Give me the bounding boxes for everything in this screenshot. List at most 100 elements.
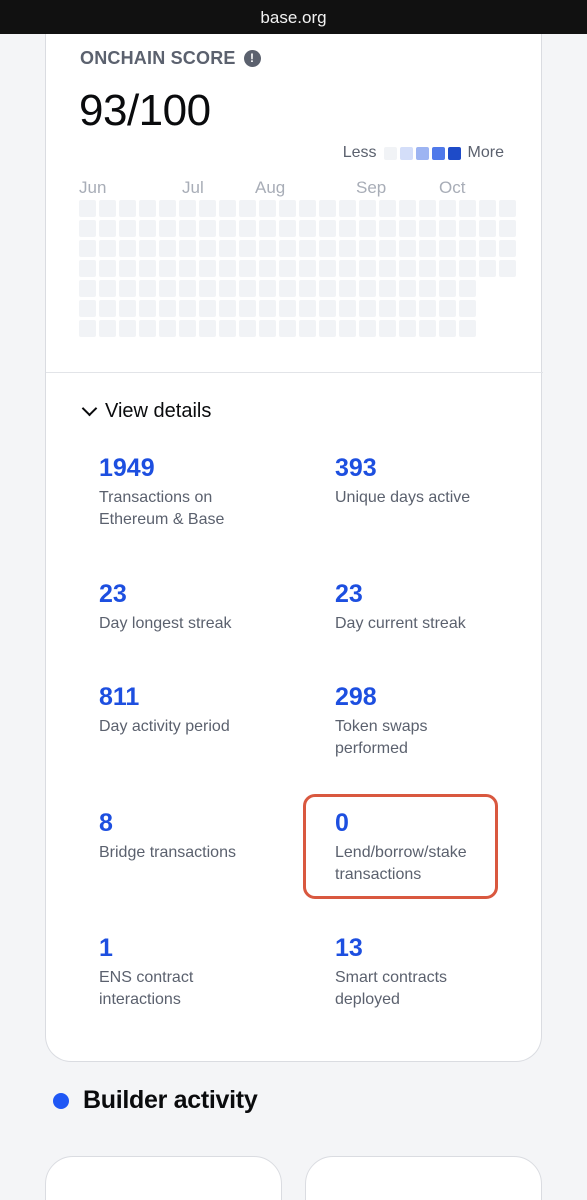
stat-label: Token swaps performed — [335, 718, 428, 757]
heatmap-cell — [339, 280, 356, 297]
view-details-label: View details — [105, 400, 212, 422]
highlight-box — [303, 794, 498, 899]
stat-value: 1949 — [99, 454, 155, 482]
heatmap-legend: Less More — [339, 144, 508, 162]
heatmap-cell — [299, 320, 316, 337]
heatmap-cell — [279, 320, 296, 337]
month-label: Sep — [356, 178, 387, 197]
heatmap-cell — [179, 200, 196, 217]
stat-token-swaps: 298 Token swaps performed — [335, 683, 475, 760]
heatmap-cell — [279, 260, 296, 277]
heatmap-cell — [299, 220, 316, 237]
heatmap-cell — [379, 220, 396, 237]
heatmap-cell — [419, 240, 436, 257]
stat-unique-days: 393 Unique days active — [335, 454, 535, 509]
stat-transactions: 1949 Transactions on Ethereum & Base — [99, 454, 259, 531]
heatmap-cell — [439, 300, 456, 317]
stat-label: Day activity period — [99, 718, 230, 735]
heatmap-cell — [239, 240, 256, 257]
heatmap-cell — [299, 240, 316, 257]
heatmap-cell — [179, 260, 196, 277]
heatmap-cell — [379, 200, 396, 217]
heatmap-cell — [319, 220, 336, 237]
heatmap-cell — [359, 260, 376, 277]
heatmap-cell — [139, 240, 156, 257]
stat-bridge: 8 Bridge transactions — [99, 809, 299, 864]
divider — [46, 372, 543, 373]
stat-ens: 1 ENS contract interactions — [99, 934, 219, 1011]
heatmap-cell — [199, 220, 216, 237]
heatmap-cell — [279, 280, 296, 297]
heatmap-cell — [499, 240, 516, 257]
builder-card[interactable] — [305, 1156, 542, 1200]
heatmap-cell — [279, 200, 296, 217]
heatmap-cell — [239, 200, 256, 217]
view-details-toggle[interactable]: View details — [80, 400, 211, 423]
heatmap-cell — [359, 320, 376, 337]
heatmap-cell — [439, 280, 456, 297]
heatmap-cell — [339, 220, 356, 237]
heatmap-cell — [99, 240, 116, 257]
heatmap-cell — [119, 280, 136, 297]
heatmap-cell — [79, 300, 96, 317]
builder-card[interactable] — [45, 1156, 282, 1200]
stat-label: Smart contracts deployed — [335, 969, 448, 1008]
heatmap-cell — [119, 320, 136, 337]
month-label: Jul — [182, 178, 204, 197]
month-label: Aug — [255, 178, 286, 197]
heatmap-cell — [119, 200, 136, 217]
info-icon[interactable]: ! — [243, 50, 261, 67]
heatmap-cell — [219, 320, 236, 337]
chevron-down-icon — [81, 400, 98, 417]
heatmap-cell — [279, 220, 296, 237]
heatmap-months: Jun Jul Aug Sep Oct — [79, 178, 509, 200]
heatmap-cell — [239, 320, 256, 337]
heatmap-cell — [419, 260, 436, 277]
heatmap-cell — [219, 220, 236, 237]
heatmap-cell — [339, 200, 356, 217]
heatmap-cell — [399, 280, 416, 297]
stat-label: Day longest streak — [99, 615, 232, 632]
heatmap-cell — [479, 200, 496, 217]
heatmap-cell — [319, 240, 336, 257]
stat-value: 298 — [335, 683, 377, 711]
legend-swatch — [415, 146, 429, 160]
browser-address-bar[interactable]: base.org — [0, 0, 587, 34]
heatmap-cell — [499, 260, 516, 277]
heatmap-cell — [259, 300, 276, 317]
stat-value: 393 — [335, 454, 377, 482]
heatmap-cell — [319, 200, 336, 217]
heatmap-cell — [119, 300, 136, 317]
heatmap-cell — [319, 320, 336, 337]
heatmap-cell — [399, 200, 416, 217]
heatmap-cell — [99, 320, 116, 337]
heatmap-cell — [299, 260, 316, 277]
heatmap-cell — [399, 320, 416, 337]
activity-heatmap — [79, 200, 516, 340]
stat-current-streak: 23 Day current streak — [335, 580, 535, 635]
heatmap-cell — [299, 200, 316, 217]
heatmap-cell — [179, 220, 196, 237]
heatmap-cell — [219, 280, 236, 297]
heatmap-cell — [319, 300, 336, 317]
heatmap-cell — [459, 200, 476, 217]
stat-value: 8 — [99, 809, 113, 837]
heatmap-cell — [459, 220, 476, 237]
url-text[interactable]: base.org — [0, 8, 587, 28]
heatmap-cell — [419, 320, 436, 337]
builder-activity-title: Builder activity — [83, 1086, 258, 1114]
heatmap-cell — [439, 220, 456, 237]
heatmap-cell — [459, 300, 476, 317]
heatmap-cell — [259, 320, 276, 337]
heatmap-cell — [79, 260, 96, 277]
heatmap-cell — [159, 200, 176, 217]
heatmap-cell — [119, 240, 136, 257]
legend-more: More — [467, 144, 504, 161]
heatmap-cell — [159, 260, 176, 277]
legend-less: Less — [342, 144, 377, 161]
heatmap-cell — [479, 240, 496, 257]
heatmap-cell — [199, 260, 216, 277]
heatmap-cell — [379, 240, 396, 257]
heatmap-cell — [99, 260, 116, 277]
heatmap-cell — [359, 200, 376, 217]
